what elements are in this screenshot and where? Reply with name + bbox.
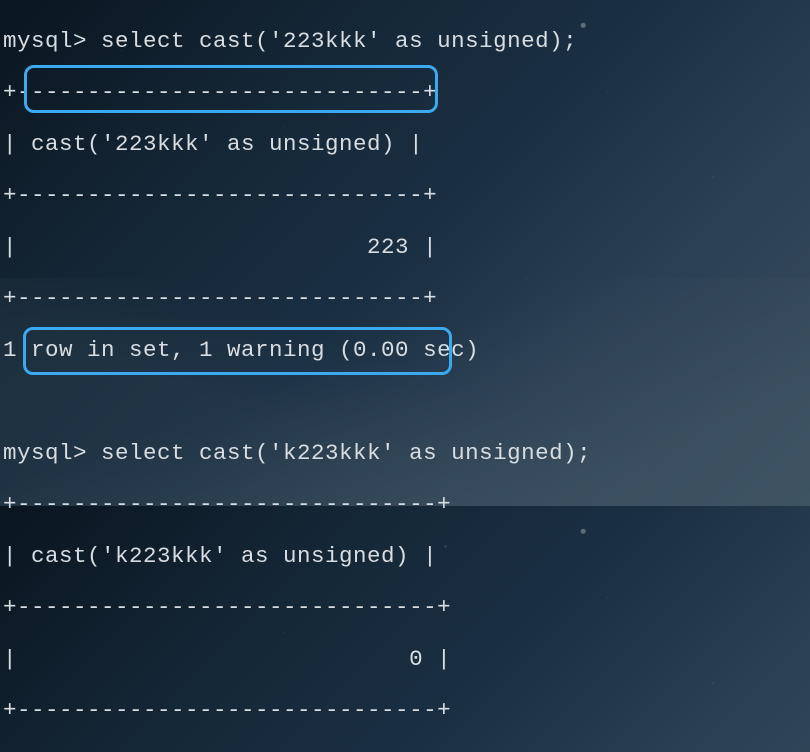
- table-header-1: | cast('223kkk' as unsigned) |: [3, 130, 807, 159]
- table-row-2: | 0 |: [3, 645, 807, 674]
- sql-statement-2: select cast('k223kkk' as unsigned);: [101, 440, 591, 466]
- table-border: +-----------------------------+: [3, 78, 807, 107]
- blank-line: [3, 387, 807, 416]
- query-line-2: mysql> select cast('k223kkk' as unsigned…: [3, 439, 807, 468]
- status-line-1: 1 row in set, 1 warning (0.00 sec): [3, 336, 807, 365]
- table-border: +------------------------------+: [3, 490, 807, 519]
- terminal-output: mysql> select cast('223kkk' as unsigned)…: [0, 0, 810, 752]
- sql-statement-1: select cast('223kkk' as unsigned);: [101, 28, 577, 54]
- table-border: +------------------------------+: [3, 593, 807, 622]
- mysql-prompt: mysql>: [3, 28, 101, 54]
- mysql-prompt: mysql>: [3, 440, 101, 466]
- table-border: +------------------------------+: [3, 696, 807, 725]
- table-header-2: | cast('k223kkk' as unsigned) |: [3, 542, 807, 571]
- table-border: +-----------------------------+: [3, 181, 807, 210]
- table-border: +-----------------------------+: [3, 284, 807, 313]
- query-line-1: mysql> select cast('223kkk' as unsigned)…: [3, 27, 807, 56]
- table-row-1: | 223 |: [3, 233, 807, 262]
